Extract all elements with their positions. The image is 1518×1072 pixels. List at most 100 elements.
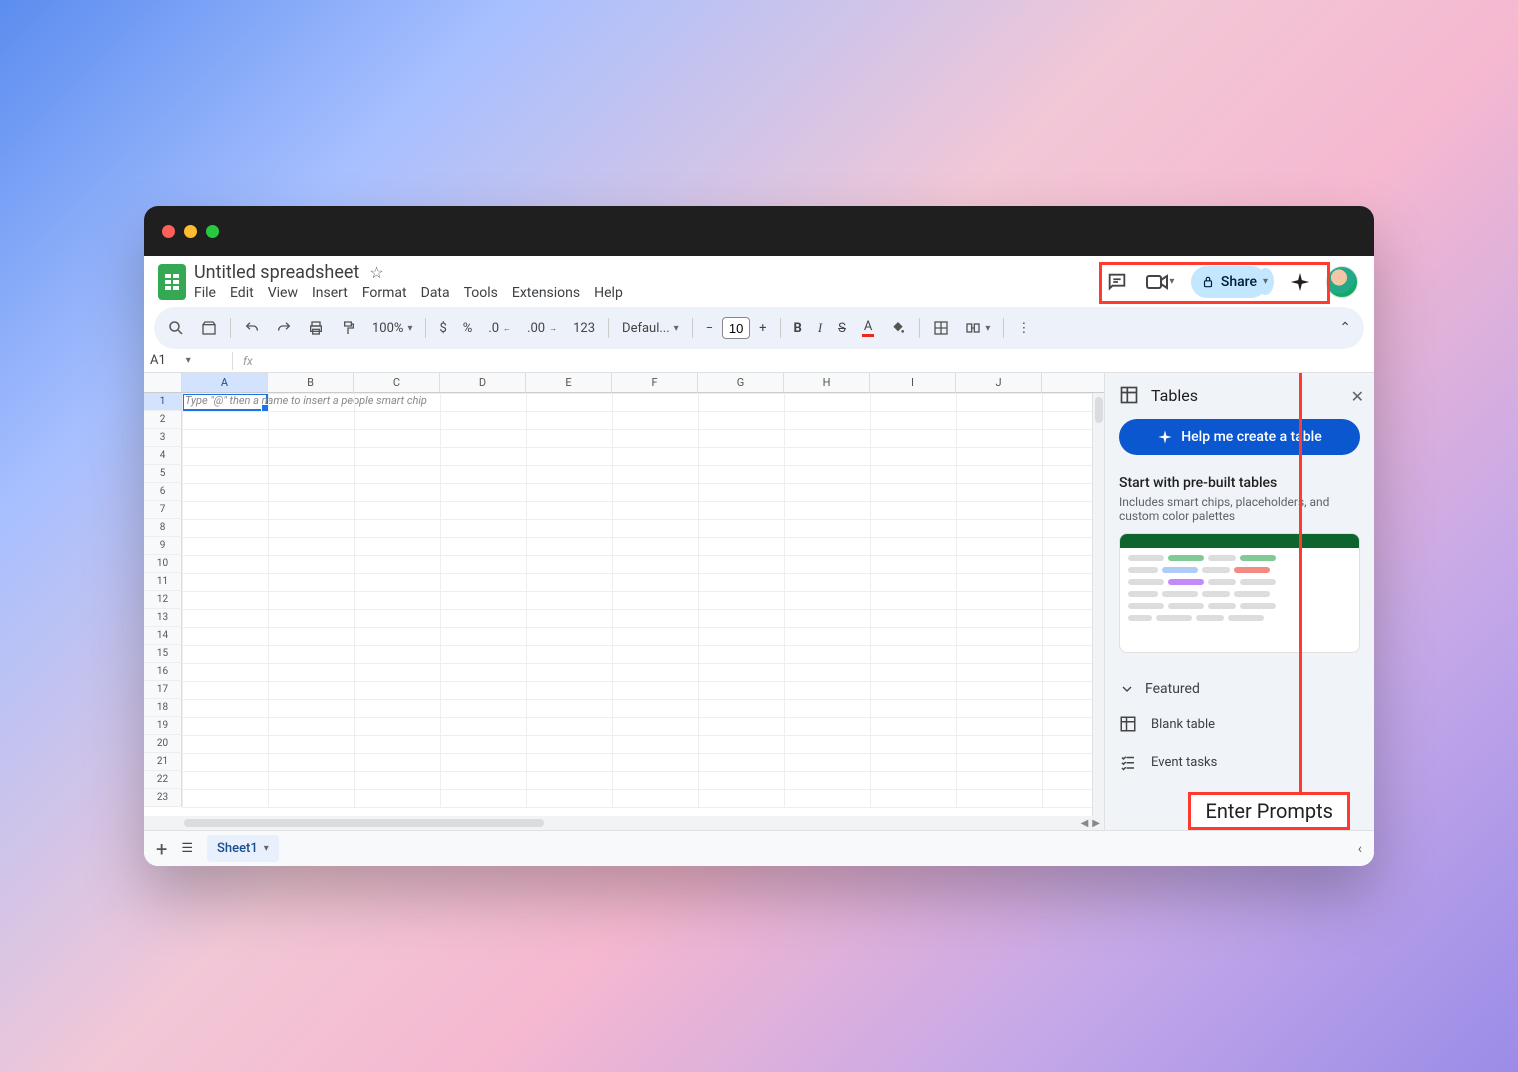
table-view-icon[interactable] bbox=[198, 320, 220, 336]
undo-icon[interactable] bbox=[241, 320, 263, 336]
col-header-A[interactable]: A bbox=[182, 373, 268, 393]
cell-placeholder: Type "@" then a name to insert a people … bbox=[185, 394, 427, 407]
row-header-10[interactable]: 10 bbox=[144, 555, 182, 573]
horizontal-scrollbar[interactable]: ◀ ▶ bbox=[144, 816, 1104, 830]
font-select[interactable]: Defaul...▾ bbox=[619, 321, 682, 336]
name-box[interactable]: A1▾ bbox=[144, 353, 232, 368]
fill-color-icon[interactable] bbox=[887, 320, 909, 336]
menu-view[interactable]: View bbox=[268, 285, 298, 301]
featured-section[interactable]: Featured bbox=[1119, 673, 1360, 705]
menu-file[interactable]: File bbox=[194, 285, 216, 301]
collapse-side-panel-icon[interactable]: ‹ bbox=[1358, 841, 1362, 857]
row-header-3[interactable]: 3 bbox=[144, 429, 182, 447]
row-header-18[interactable]: 18 bbox=[144, 699, 182, 717]
print-icon[interactable] bbox=[305, 320, 327, 336]
row-header-4[interactable]: 4 bbox=[144, 447, 182, 465]
row-header-11[interactable]: 11 bbox=[144, 573, 182, 591]
row-header-13[interactable]: 13 bbox=[144, 609, 182, 627]
menu-tools[interactable]: Tools bbox=[464, 285, 498, 301]
user-avatar[interactable] bbox=[1326, 266, 1358, 298]
add-sheet-icon[interactable]: + bbox=[156, 837, 167, 861]
increase-decimal-icon[interactable]: .00→ bbox=[524, 321, 560, 336]
redo-icon[interactable] bbox=[273, 320, 295, 336]
table-preview-card[interactable] bbox=[1119, 533, 1360, 653]
annotation-line bbox=[1299, 373, 1302, 830]
template-blank-table[interactable]: Blank table bbox=[1119, 705, 1360, 743]
row-header-2[interactable]: 2 bbox=[144, 411, 182, 429]
search-menus-icon[interactable] bbox=[164, 319, 188, 337]
col-header-C[interactable]: C bbox=[354, 373, 440, 393]
share-dropdown[interactable]: ▾ bbox=[1257, 268, 1274, 295]
col-header-G[interactable]: G bbox=[698, 373, 784, 393]
text-color-icon[interactable]: A bbox=[859, 319, 877, 337]
meet-icon[interactable]: ▾ bbox=[1143, 270, 1177, 294]
strikethrough-icon[interactable]: S bbox=[835, 321, 849, 336]
close-panel-icon[interactable]: ✕ bbox=[1351, 387, 1364, 406]
comments-icon[interactable] bbox=[1105, 270, 1129, 294]
col-header-D[interactable]: D bbox=[440, 373, 526, 393]
close-window-dot[interactable] bbox=[162, 225, 175, 238]
row-header-6[interactable]: 6 bbox=[144, 483, 182, 501]
all-sheets-icon[interactable]: ☰ bbox=[181, 841, 193, 856]
row-header-9[interactable]: 9 bbox=[144, 537, 182, 555]
merge-cells-icon[interactable]: ▾ bbox=[962, 320, 993, 336]
menu-extensions[interactable]: Extensions bbox=[512, 285, 580, 301]
col-header-J[interactable]: J bbox=[956, 373, 1042, 393]
minimize-window-dot[interactable] bbox=[184, 225, 197, 238]
italic-icon[interactable]: I bbox=[815, 320, 825, 336]
col-header-E[interactable]: E bbox=[526, 373, 612, 393]
row-header-12[interactable]: 12 bbox=[144, 591, 182, 609]
col-header-B[interactable]: B bbox=[268, 373, 354, 393]
bold-icon[interactable]: B bbox=[791, 321, 805, 336]
toolbar-more-icon[interactable]: ⋮ bbox=[1014, 321, 1033, 336]
currency-icon[interactable]: $ bbox=[436, 321, 449, 336]
row-header-20[interactable]: 20 bbox=[144, 735, 182, 753]
menu-edit[interactable]: Edit bbox=[230, 285, 254, 301]
font-size-input[interactable] bbox=[722, 317, 750, 339]
zoom-select[interactable]: 100%▾ bbox=[369, 321, 415, 336]
star-icon[interactable]: ☆ bbox=[369, 263, 383, 282]
gemini-icon[interactable] bbox=[1288, 270, 1312, 294]
row-header-1[interactable]: 1 bbox=[144, 393, 182, 411]
tables-icon bbox=[1119, 385, 1139, 405]
template-event-tasks[interactable]: Event tasks bbox=[1119, 743, 1360, 781]
scroll-right-icon[interactable]: ▶ bbox=[1092, 818, 1100, 829]
menu-format[interactable]: Format bbox=[362, 285, 407, 301]
collapse-toolbar-icon[interactable]: ⌃ bbox=[1336, 320, 1354, 336]
help-create-table-button[interactable]: Help me create a table bbox=[1119, 419, 1360, 455]
row-header-22[interactable]: 22 bbox=[144, 771, 182, 789]
doc-title[interactable]: Untitled spreadsheet bbox=[194, 262, 359, 283]
menu-data[interactable]: Data bbox=[421, 285, 450, 301]
percent-icon[interactable]: % bbox=[460, 321, 476, 336]
row-header-14[interactable]: 14 bbox=[144, 627, 182, 645]
more-formats[interactable]: 123 bbox=[570, 321, 598, 336]
col-header-I[interactable]: I bbox=[870, 373, 956, 393]
sheet-tab-1[interactable]: Sheet1▾ bbox=[207, 835, 279, 862]
vertical-scrollbar[interactable] bbox=[1092, 393, 1104, 816]
row-header-8[interactable]: 8 bbox=[144, 519, 182, 537]
decrease-font-icon[interactable]: − bbox=[703, 321, 716, 336]
row-header-5[interactable]: 5 bbox=[144, 465, 182, 483]
menu-help[interactable]: Help bbox=[594, 285, 623, 301]
row-header-15[interactable]: 15 bbox=[144, 645, 182, 663]
row-header-21[interactable]: 21 bbox=[144, 753, 182, 771]
maximize-window-dot[interactable] bbox=[206, 225, 219, 238]
increase-font-icon[interactable]: + bbox=[756, 321, 769, 336]
row-header-23[interactable]: 23 bbox=[144, 789, 182, 807]
panel-title: Tables bbox=[1151, 386, 1198, 405]
header-right-group: ▾ Share ▾ bbox=[1105, 266, 1364, 298]
row-header-7[interactable]: 7 bbox=[144, 501, 182, 519]
spreadsheet-grid[interactable]: ABCDEFGHIJ 12345678910111213141516171819… bbox=[144, 373, 1104, 830]
row-header-19[interactable]: 19 bbox=[144, 717, 182, 735]
row-header-16[interactable]: 16 bbox=[144, 663, 182, 681]
decrease-decimal-icon[interactable]: .0← bbox=[485, 321, 514, 336]
menu-insert[interactable]: Insert bbox=[312, 285, 348, 301]
col-header-H[interactable]: H bbox=[784, 373, 870, 393]
borders-icon[interactable] bbox=[930, 320, 952, 336]
scroll-left-icon[interactable]: ◀ bbox=[1081, 818, 1089, 829]
fx-label: fx bbox=[233, 354, 253, 368]
row-header-17[interactable]: 17 bbox=[144, 681, 182, 699]
col-header-F[interactable]: F bbox=[612, 373, 698, 393]
share-button[interactable]: Share bbox=[1191, 266, 1267, 298]
paint-format-icon[interactable] bbox=[337, 320, 359, 336]
